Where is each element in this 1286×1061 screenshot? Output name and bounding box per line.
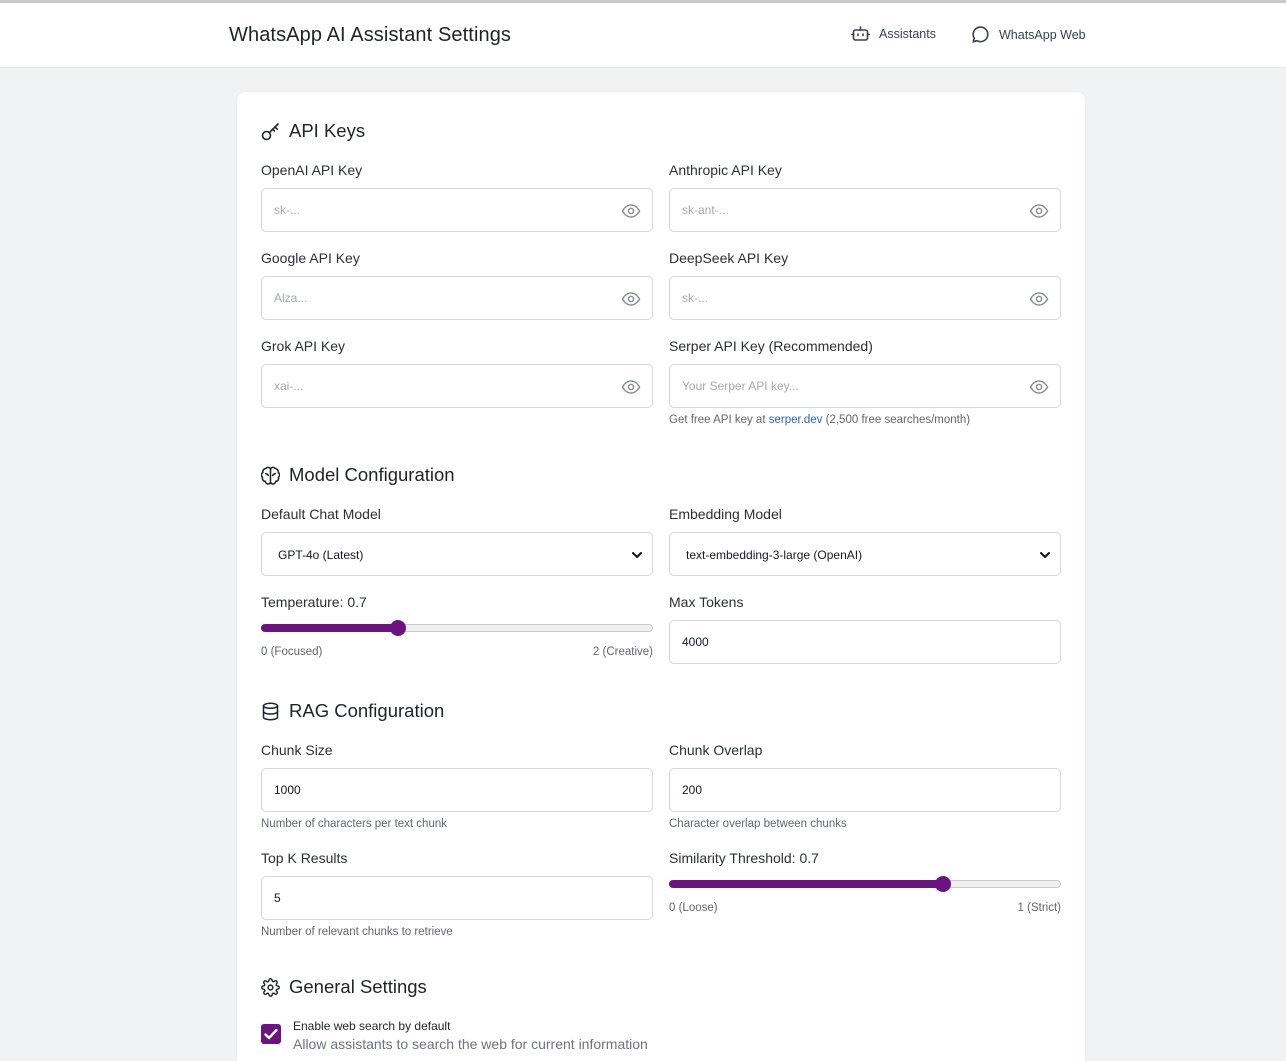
similarity-max-label: 1 (Strict)	[1017, 902, 1061, 914]
rag-config-heading: RAG Configuration	[261, 700, 444, 722]
message-circle-icon	[972, 26, 989, 43]
chunk-size-input[interactable]	[274, 769, 604, 811]
openai-key-input[interactable]	[274, 189, 604, 231]
model-config-title: Model Configuration	[289, 464, 455, 485]
chevron-down-icon	[632, 552, 642, 558]
serper-dev-link[interactable]: serper.dev	[769, 414, 823, 426]
grok-key-label: Grok API Key	[261, 338, 346, 354]
deepseek-key-field[interactable]	[669, 276, 1061, 320]
deepseek-key-label: DeepSeek API Key	[669, 250, 789, 266]
serper-hint: Get free API key at serper.dev (2,500 fr…	[669, 414, 970, 426]
top-k-hint: Number of relevant chunks to retrieve	[261, 926, 453, 938]
web-search-label: Enable web search by default	[293, 1019, 451, 1033]
embedding-model-select[interactable]: text-embedding-3-large (OpenAI)	[669, 532, 1061, 576]
top-k-field[interactable]	[261, 876, 653, 920]
top-k-input[interactable]	[274, 877, 604, 919]
top-bar: WhatsApp AI Assistant Settings Assistant…	[0, 3, 1286, 68]
grok-key-field[interactable]	[261, 364, 653, 408]
chunk-size-hint: Number of characters per text chunk	[261, 818, 447, 830]
robot-icon	[851, 26, 870, 41]
chevron-down-icon	[1040, 552, 1050, 558]
settings-card: API Keys OpenAI API Key Anthropic API Ke…	[237, 92, 1085, 1061]
google-key-field[interactable]	[261, 276, 653, 320]
anthropic-key-label: Anthropic API Key	[669, 162, 782, 178]
serper-hint-prefix: Get free API key at	[669, 414, 766, 426]
temperature-min-label: 0 (Focused)	[261, 646, 323, 658]
chunk-size-label: Chunk Size	[261, 742, 333, 758]
openai-key-field[interactable]	[261, 188, 653, 232]
grok-key-input[interactable]	[274, 365, 604, 407]
google-key-label: Google API Key	[261, 250, 360, 266]
slider-thumb[interactable]	[390, 620, 407, 636]
nav-whatsapp-web-label: WhatsApp Web	[999, 27, 1086, 42]
eye-icon[interactable]	[1029, 377, 1049, 397]
chat-model-label: Default Chat Model	[261, 506, 381, 522]
openai-key-label: OpenAI API Key	[261, 162, 363, 178]
model-config-heading: Model Configuration	[261, 464, 455, 486]
key-icon	[261, 122, 279, 140]
rag-config-title: RAG Configuration	[289, 700, 445, 721]
eye-icon[interactable]	[621, 201, 641, 221]
slider-fill	[669, 880, 944, 888]
chunk-overlap-label: Chunk Overlap	[669, 742, 763, 758]
api-keys-heading: API Keys	[261, 120, 365, 142]
nav-assistants-label: Assistants	[879, 26, 936, 41]
checkmark-icon	[264, 1028, 278, 1040]
slider-thumb[interactable]	[935, 876, 952, 892]
general-settings-title: General Settings	[289, 976, 427, 997]
brain-icon	[261, 466, 280, 485]
deepseek-key-input[interactable]	[682, 277, 1012, 319]
eye-icon[interactable]	[621, 377, 641, 397]
database-icon	[262, 702, 279, 720]
serper-hint-suffix: (2,500 free searches/month)	[825, 414, 971, 426]
embedding-model-value: text-embedding-3-large (OpenAI)	[686, 548, 863, 562]
chunk-overlap-input[interactable]	[682, 769, 1012, 811]
gear-icon	[261, 977, 280, 997]
slider-fill	[261, 624, 399, 632]
general-settings-heading: General Settings	[261, 976, 427, 998]
chat-model-select[interactable]: GPT-4o (Latest)	[261, 532, 653, 576]
max-tokens-field[interactable]	[669, 620, 1061, 664]
max-tokens-input[interactable]	[682, 621, 1012, 663]
web-search-description: Allow assistants to search the web for c…	[293, 1036, 648, 1052]
chunk-size-field[interactable]	[261, 768, 653, 812]
web-search-checkbox[interactable]	[261, 1024, 281, 1044]
temperature-label: Temperature: 0.7	[261, 594, 367, 610]
eye-icon[interactable]	[621, 289, 641, 309]
top-k-label: Top K Results	[261, 850, 348, 866]
similarity-slider[interactable]	[669, 876, 1061, 892]
api-keys-title: API Keys	[289, 120, 366, 141]
chunk-overlap-hint: Character overlap between chunks	[669, 818, 847, 830]
serper-key-label: Serper API Key (Recommended)	[669, 338, 873, 354]
serper-key-field[interactable]	[669, 364, 1061, 408]
anthropic-key-field[interactable]	[669, 188, 1061, 232]
nav-assistants-link[interactable]: Assistants	[851, 25, 936, 42]
eye-icon[interactable]	[1029, 289, 1049, 309]
serper-key-input[interactable]	[682, 365, 1012, 407]
chunk-overlap-field[interactable]	[669, 768, 1061, 812]
temperature-max-label: 2 (Creative)	[592, 646, 653, 658]
eye-icon[interactable]	[1029, 201, 1049, 221]
similarity-label: Similarity Threshold: 0.7	[669, 850, 819, 866]
nav-whatsapp-web-link[interactable]: WhatsApp Web	[971, 25, 1086, 44]
embedding-model-label: Embedding Model	[669, 506, 782, 522]
google-key-input[interactable]	[274, 277, 604, 319]
similarity-min-label: 0 (Loose)	[669, 902, 718, 914]
anthropic-key-input[interactable]	[682, 189, 1012, 231]
temperature-slider[interactable]	[261, 620, 653, 636]
chat-model-value: GPT-4o (Latest)	[278, 548, 364, 562]
page-title: WhatsApp AI Assistant Settings	[229, 24, 512, 46]
max-tokens-label: Max Tokens	[669, 594, 744, 610]
